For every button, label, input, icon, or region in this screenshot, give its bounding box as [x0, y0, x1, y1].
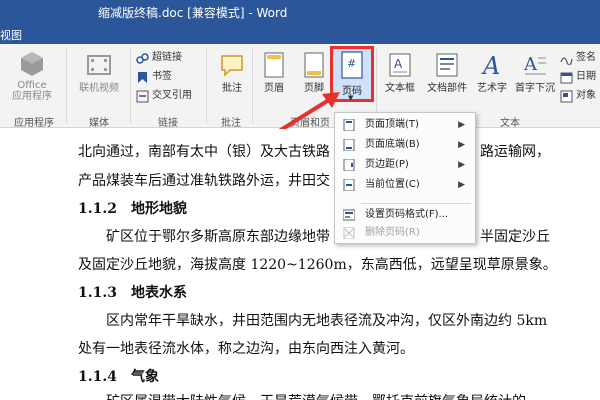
doc-heading: 1.1.2 地形地貌: [78, 201, 187, 217]
svg-text:A: A: [481, 52, 500, 80]
chevron-right-icon: ▶: [458, 160, 465, 170]
quick-parts-button[interactable]: 文档部件: [424, 50, 470, 95]
menu-item-page-bottom[interactable]: 页面底端(B) ▶: [335, 135, 475, 155]
quick-parts-icon: [434, 50, 460, 80]
bookmark-button[interactable]: 书签: [136, 69, 172, 85]
doc-line: 产品煤装车后通过准轨铁路外运，井田交: [78, 173, 330, 189]
group-separator: [66, 48, 67, 124]
link-icon: [136, 52, 149, 65]
drop-cap-icon: A: [522, 50, 548, 80]
film-icon: [86, 50, 112, 80]
header-icon: [261, 50, 287, 80]
menu-item-page-margin[interactable]: 页边距(P) ▶: [335, 155, 475, 175]
doc-line: 处有一地表径流水体，称之边沟，由东向西注入黄河。: [78, 341, 414, 357]
wordart-icon: A: [479, 50, 505, 80]
group-label-comments: 批注: [221, 118, 241, 129]
chevron-right-icon: ▶: [458, 180, 465, 190]
wordart-label: 艺术字: [477, 83, 507, 94]
menu-item-remove-page-numbers[interactable]: 删除页码(R): [335, 223, 475, 243]
title-bar: 缩减版终稿.doc [兼容模式] - Word: [0, 0, 600, 24]
signature-button[interactable]: 签名: [560, 50, 596, 66]
object-label: 对象: [576, 90, 596, 101]
date-label: 日期: [576, 71, 596, 82]
drop-cap-button[interactable]: A 首字下沉: [512, 50, 558, 95]
quick-parts-label: 文档部件: [427, 83, 467, 94]
footer-icon: [301, 50, 327, 80]
bookmark-icon: [136, 71, 149, 84]
ribbon-tab-bar: 视图: [0, 24, 600, 44]
menu-item-page-top[interactable]: 页面顶端(T) ▶: [335, 115, 475, 135]
doc-line: 及固定沙丘地貌，海拔高度 1220~1260m，东高西低，远望呈现草原景象。: [78, 257, 557, 273]
page-number-menu: 页面顶端(T) ▶ 页面底端(B) ▶ 页边距(P) ▶ 当前位置(C) ▶ 设…: [334, 112, 476, 244]
office-apps-button[interactable]: Office 应用程序: [8, 50, 56, 102]
doc-heading: 1.1.4 气象: [78, 369, 159, 385]
comment-label: 批注: [222, 83, 242, 94]
svg-text:A: A: [394, 57, 403, 71]
menu-item-format-page-numbers[interactable]: 设置页码格式(F)...: [335, 205, 475, 225]
hyperlink-button[interactable]: 超链接: [136, 50, 182, 66]
doc-line: 区内常年干旱缺水，井田范围内无地表径流及冲沟，仅区外南边约 5km: [78, 313, 548, 329]
cross-reference-button[interactable]: 交叉引用: [136, 88, 192, 104]
chevron-right-icon: ▶: [458, 140, 465, 150]
comment-icon: [219, 50, 245, 80]
textbox-label: 文本框: [385, 83, 415, 94]
calendar-icon: [560, 71, 573, 84]
group-separator: [252, 48, 253, 124]
bookmark-label: 书签: [152, 71, 172, 82]
svg-text:#: #: [347, 57, 356, 70]
format-page-number-icon: [342, 209, 356, 221]
signature-label: 签名: [576, 52, 596, 63]
remove-page-number-icon: [343, 226, 355, 240]
page-number-icon: #: [341, 51, 363, 79]
doc-heading: 1.1.3 地表水系: [78, 285, 187, 301]
doc-line: 北向通过，南部有太中（银）及大古铁路 路运输网，: [78, 144, 550, 160]
office-apps-icon: [19, 50, 45, 80]
page-margin-icon: [343, 158, 355, 172]
object-button[interactable]: 对象: [560, 88, 596, 104]
group-label-text: 文本: [500, 118, 520, 129]
signature-icon: [560, 52, 573, 66]
document-canvas[interactable]: 北向通过，南部有太中（银）及大古铁路 路运输网， 产品煤装车后通过准轨铁路外运，井…: [0, 129, 600, 400]
tab-view[interactable]: 视图: [0, 27, 22, 43]
online-video-label: 联机视频: [79, 83, 119, 94]
date-button[interactable]: 日期: [560, 69, 596, 85]
menu-item-current-position[interactable]: 当前位置(C) ▶: [335, 175, 475, 195]
group-separator: [206, 48, 207, 124]
group-label-links: 链接: [158, 118, 178, 129]
online-video-button[interactable]: 联机视频: [74, 50, 124, 95]
chevron-right-icon: ▶: [458, 120, 465, 130]
comment-button[interactable]: 批注: [212, 50, 252, 95]
textbox-icon: A: [387, 50, 413, 80]
wordart-button[interactable]: A 艺术字: [472, 50, 512, 95]
svg-text:A: A: [523, 54, 538, 75]
menu-separator: [361, 203, 471, 204]
object-icon: [560, 90, 573, 103]
group-label-media: 媒体: [89, 118, 109, 129]
drop-cap-label: 首字下沉: [515, 83, 555, 94]
doc-line: 矿区属温带大陆性气候，干旱荒漠气候带，鄂托克前旗气象局统计的: [78, 391, 526, 400]
window-title: 缩减版终稿.doc [兼容模式] - Word: [98, 6, 288, 20]
hyperlink-label: 超链接: [152, 52, 182, 63]
current-position-icon: [343, 178, 355, 192]
group-label-apps: 应用程序: [14, 118, 54, 129]
page-bottom-icon: [343, 138, 355, 152]
group-separator: [130, 48, 131, 124]
cross-reference-icon: [136, 90, 149, 103]
page-top-icon: [343, 118, 355, 132]
textbox-button[interactable]: A 文本框: [380, 50, 420, 95]
doc-line: 矿区位于鄂尔多斯高原东部边缘地带 半固定沙丘: [78, 229, 550, 245]
cross-reference-label: 交叉引用: [152, 90, 192, 101]
office-apps-label: Office 应用程序: [12, 80, 52, 102]
